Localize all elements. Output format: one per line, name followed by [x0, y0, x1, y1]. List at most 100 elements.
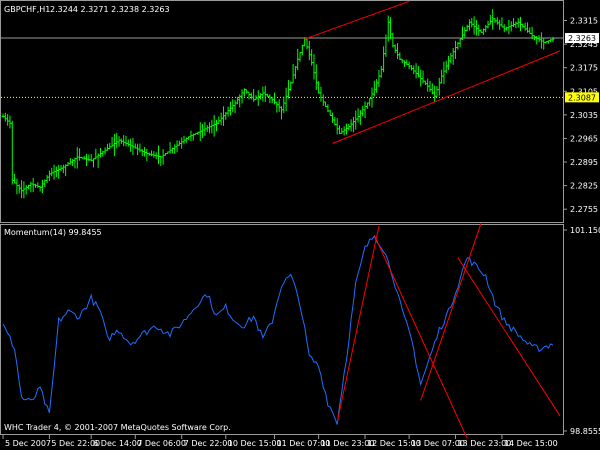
ohlc-bar [36, 182, 40, 188]
ohlc-bar [175, 140, 179, 153]
price-trend-line [304, 0, 410, 40]
ohlc-bar [180, 137, 184, 149]
ohlc-bar [298, 52, 302, 62]
ohlc-bar [99, 147, 102, 158]
ohlc-bar [331, 112, 334, 123]
price-y-tick-label: 2.2825 [570, 182, 598, 191]
ohlc-bar [235, 96, 239, 105]
ohlc-bar [249, 92, 253, 100]
ohlc-bar [307, 40, 311, 61]
ohlc-bar [361, 105, 365, 117]
ohlc-bar [502, 24, 506, 33]
chart-canvas: 2.33152.32452.31752.31052.30352.29652.28… [0, 0, 600, 448]
ohlc-bar [261, 86, 265, 102]
ohlc-bar [275, 101, 279, 113]
ohlc-bar [22, 181, 26, 199]
ohlc-bar [282, 96, 286, 114]
momentum-panel: 101.1508 98.8555 [2, 223, 600, 439]
ohlc-bar [370, 87, 374, 108]
ohlc-bar [208, 122, 211, 134]
ohlc-bar [426, 78, 430, 92]
ohlc-bar [509, 21, 513, 32]
ohlc-bar [356, 108, 360, 123]
momentum-trend-line [457, 257, 561, 417]
ohlc-bar [345, 123, 348, 135]
ohlc-bar [215, 119, 218, 132]
momentum-line [2, 234, 554, 425]
ohlc-bar [463, 26, 467, 38]
price-y-tick-label: 2.2755 [570, 205, 598, 214]
ohlc-bar [542, 38, 546, 50]
x-tick-label: 7 Dec 22:00 [184, 439, 233, 448]
ohlc-bar [57, 164, 61, 179]
ohlc-bar [226, 106, 230, 117]
ohlc-bar [13, 173, 17, 184]
ohlc-bar [352, 116, 355, 133]
ohlc-bar [407, 61, 411, 70]
ohlc-bar [377, 70, 381, 88]
price-y-tick-label: 2.3175 [570, 64, 598, 73]
ohlc-bar [3, 112, 7, 122]
ohlc-bar [64, 164, 68, 177]
ohlc-bar [233, 100, 237, 114]
ohlc-bar [152, 151, 156, 158]
ohlc-bar [106, 143, 109, 151]
ohlc-bar [212, 115, 216, 137]
ohlc-bar [321, 94, 325, 106]
momentum-trend-line [420, 223, 482, 401]
ohlc-bar [410, 65, 413, 71]
ohlc-bar [521, 23, 525, 29]
ohlc-bar [291, 63, 295, 84]
ohlc-bar [52, 164, 56, 180]
ohlc-bar [396, 43, 399, 60]
ohlc-bar [470, 17, 474, 28]
ohlc-bar [157, 145, 160, 165]
ohlc-bar [414, 63, 418, 79]
ohlc-bar [495, 17, 499, 25]
ohlc-bar [247, 91, 251, 100]
ohlc-bar [437, 77, 441, 96]
ohlc-bar [488, 14, 492, 25]
ohlc-bar [317, 81, 321, 94]
ohlc-bar [451, 48, 455, 65]
ohlc-bar [403, 60, 406, 67]
ohlc-bar [319, 86, 323, 102]
ohlc-bar [519, 16, 522, 32]
momentum-trend-line [373, 234, 468, 439]
ohlc-bar [140, 149, 144, 157]
ohlc-bar [442, 61, 446, 85]
ohlc-bar [173, 144, 177, 155]
ohlc-bar [449, 52, 453, 64]
ohlc-bar [259, 93, 262, 100]
ohlc-bar [124, 135, 128, 147]
ohlc-bar [472, 16, 476, 35]
ohlc-bar [41, 179, 44, 194]
ohlc-bar [50, 167, 54, 177]
ohlc-bar [389, 17, 392, 40]
ohlc-bar [314, 64, 318, 90]
ohlc-bar [458, 38, 462, 48]
ohlc-bar [484, 24, 488, 33]
ohlc-bar [240, 89, 244, 104]
ohlc-bar [112, 133, 116, 157]
ohlc-bar [379, 66, 383, 78]
ohlc-bar [20, 180, 23, 199]
ohlc-bar [428, 80, 432, 92]
hline-price-badge: 2.3087 [568, 93, 596, 102]
price-ohlc-header: 2.3244 2.3271 2.3238 2.3263 [50, 5, 170, 14]
ohlc-bar [342, 126, 346, 136]
ohlc-bar [78, 148, 81, 161]
ohlc-bar [6, 114, 10, 126]
ohlc-bar [108, 142, 112, 150]
ohlc-bar [363, 101, 367, 119]
ohlc-bar [138, 143, 142, 153]
ohlc-bar [75, 147, 79, 169]
ohlc-bar [68, 158, 72, 165]
ohlc-bar [412, 65, 416, 75]
last-price-badge: 2.3263 [568, 34, 596, 43]
ohlc-bar [354, 110, 358, 130]
ohlc-bar [38, 185, 42, 192]
price-y-tick-label: 2.2965 [570, 134, 598, 143]
ohlc-bar [468, 19, 471, 31]
ohlc-bar [539, 32, 543, 49]
